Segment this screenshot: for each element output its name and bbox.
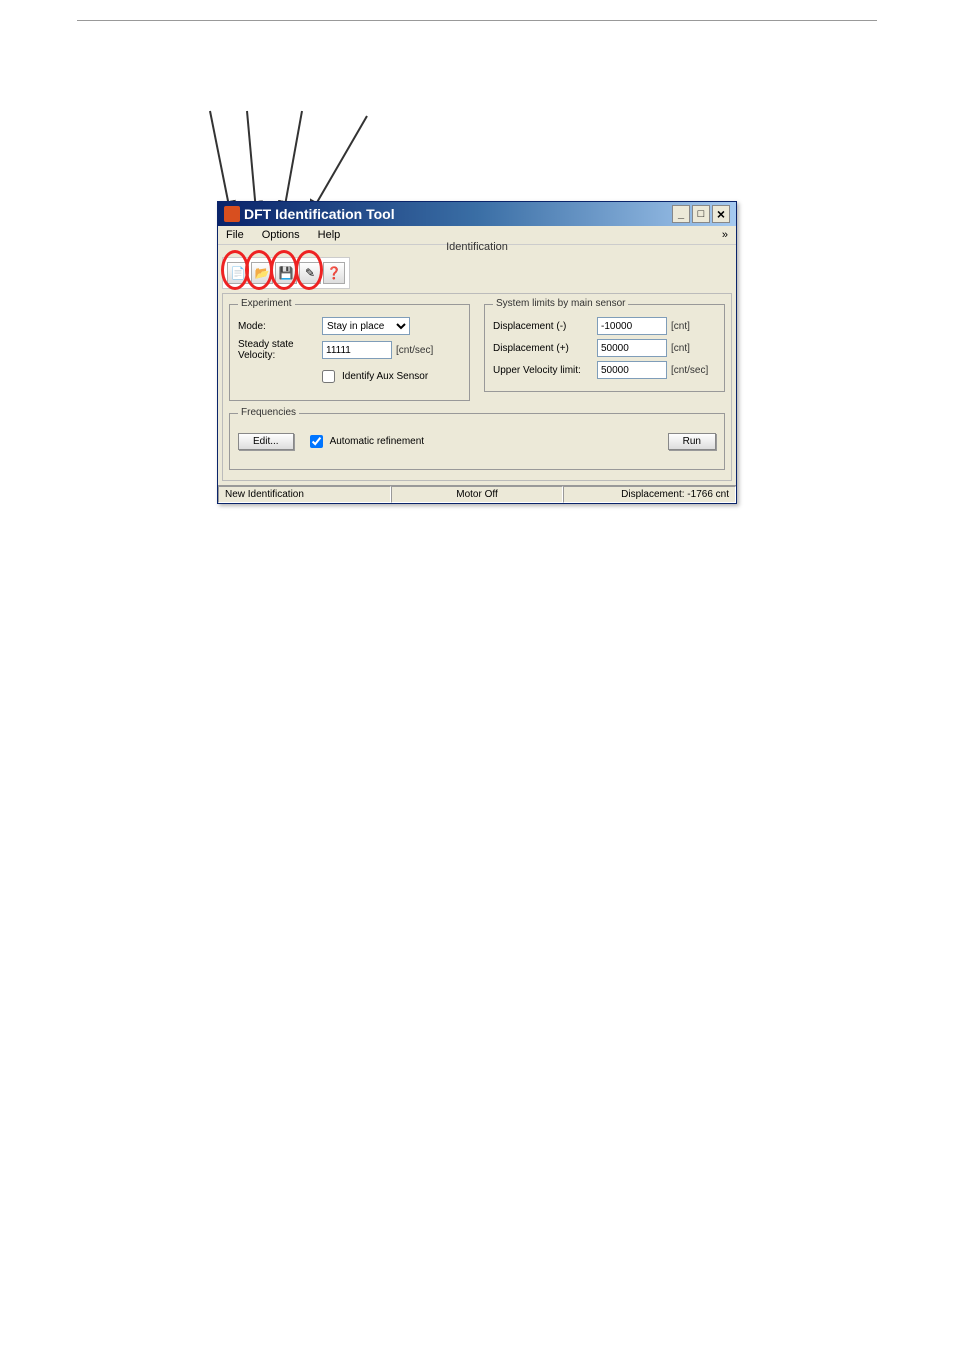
disp-pos-input[interactable] [597, 339, 667, 357]
limits-legend: System limits by main sensor [493, 298, 628, 309]
disp-pos-label: Displacement (+) [493, 343, 593, 354]
status-center: Motor Off [391, 486, 564, 503]
frequencies-group: Frequencies Edit... Automatic refinement… [229, 413, 725, 470]
statusbar: New Identification Motor Off Displacemen… [218, 485, 736, 503]
main-panel: Experiment Mode: Stay in place Steady st… [222, 293, 732, 481]
tab-identification[interactable]: Identification [218, 241, 736, 253]
disp-neg-input[interactable] [597, 317, 667, 335]
new-icon[interactable]: 📄 [227, 262, 249, 284]
vel-limit-unit: [cnt/sec] [671, 365, 708, 376]
edit-icon[interactable]: ✎ [299, 262, 321, 284]
menu-chevron[interactable]: » [718, 228, 732, 242]
minimize-button[interactable]: _ [672, 205, 690, 223]
auto-refine-checkbox[interactable] [310, 435, 323, 448]
velocity-label: Steady state Velocity: [238, 339, 318, 361]
frequencies-legend: Frequencies [238, 407, 299, 418]
identify-aux-checkbox[interactable] [322, 370, 335, 383]
menu-help[interactable]: Help [314, 228, 345, 242]
close-button[interactable]: × [712, 205, 730, 223]
toolbar: 📄 📂 💾 ✎ ❓ [222, 257, 350, 289]
experiment-group: Experiment Mode: Stay in place Steady st… [229, 304, 470, 401]
menu-file[interactable]: File [222, 228, 248, 242]
app-icon [224, 206, 240, 222]
limits-group: System limits by main sensor Displacemen… [484, 304, 725, 392]
auto-refine-label: Automatic refinement [330, 436, 425, 447]
menu-options[interactable]: Options [258, 228, 304, 242]
run-button[interactable]: Run [668, 433, 716, 450]
status-right: Displacement: -1766 cnt [563, 486, 736, 503]
disp-neg-label: Displacement (-) [493, 321, 593, 332]
dft-window: DFT Identification Tool _ □ × File Optio… [217, 201, 737, 504]
disp-pos-unit: [cnt] [671, 343, 690, 354]
help-context-icon[interactable]: ❓ [323, 262, 345, 284]
titlebar: DFT Identification Tool _ □ × [218, 202, 736, 226]
edit-button[interactable]: Edit... [238, 433, 294, 450]
mode-select[interactable]: Stay in place [322, 317, 410, 335]
maximize-button[interactable]: □ [692, 205, 710, 223]
open-icon[interactable]: 📂 [251, 262, 273, 284]
velocity-input[interactable] [322, 341, 392, 359]
disp-neg-unit: [cnt] [671, 321, 690, 332]
experiment-legend: Experiment [238, 298, 295, 309]
window-title: DFT Identification Tool [244, 206, 395, 222]
velocity-unit: [cnt/sec] [396, 345, 433, 356]
vel-limit-label: Upper Velocity limit: [493, 365, 593, 376]
identify-aux-label: Identify Aux Sensor [342, 371, 428, 382]
status-left: New Identification [218, 486, 391, 503]
save-icon[interactable]: 💾 [275, 262, 297, 284]
mode-label: Mode: [238, 321, 318, 332]
vel-limit-input[interactable] [597, 361, 667, 379]
